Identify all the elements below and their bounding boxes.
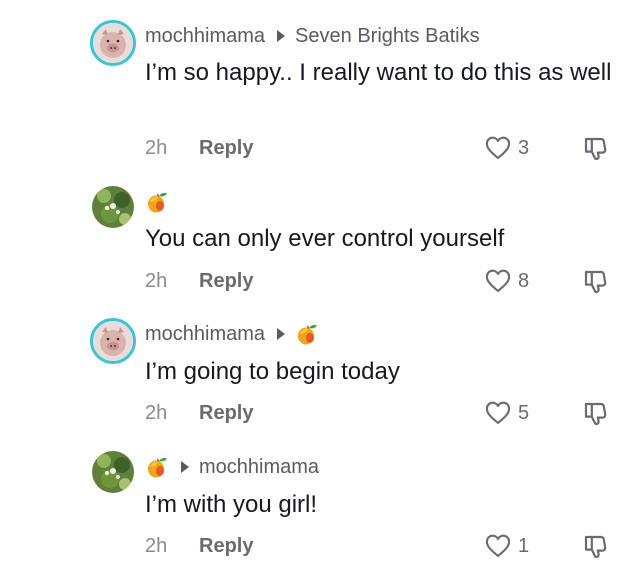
- heart-icon: [484, 134, 512, 162]
- reply-button[interactable]: Reply: [199, 535, 253, 558]
- reply-to-name[interactable]: mochhimama: [199, 456, 319, 479]
- comment-meta: 2h Reply: [145, 399, 253, 427]
- plant-avatar-icon: [92, 451, 134, 493]
- timestamp: 2h: [145, 534, 168, 557]
- like-button[interactable]: 3: [484, 134, 529, 162]
- reply-arrow-icon: [181, 461, 189, 473]
- comment-header: mochhimama: [145, 320, 319, 348]
- mango-icon[interactable]: [145, 455, 169, 479]
- avatar[interactable]: [90, 20, 136, 66]
- comment-text: I’m going to begin today: [145, 358, 400, 385]
- comment-meta: 2h Reply: [145, 267, 253, 295]
- like-button[interactable]: 1: [484, 532, 529, 560]
- plant-avatar-icon: [92, 186, 134, 228]
- pig-avatar-icon: [93, 23, 133, 63]
- dislike-icon[interactable]: [582, 267, 610, 295]
- comment-text: I’m with you girl!: [145, 491, 318, 518]
- like-button[interactable]: 5: [484, 399, 529, 427]
- comment-header: [145, 188, 169, 216]
- dislike-icon[interactable]: [582, 399, 610, 427]
- pig-avatar-icon: [93, 321, 133, 361]
- author-name[interactable]: mochhimama: [145, 323, 265, 346]
- avatar[interactable]: [92, 451, 134, 493]
- comment-meta: 2h Reply: [145, 134, 253, 162]
- comment-text: You can only ever control yourself: [145, 225, 505, 252]
- heart-icon: [484, 267, 512, 295]
- comment-text: I’m so happy.. I really want to do this …: [145, 59, 612, 86]
- dislike-icon[interactable]: [582, 134, 610, 162]
- reply-arrow-icon: [277, 30, 286, 42]
- like-count: 3: [518, 136, 530, 159]
- mango-icon[interactable]: [145, 190, 169, 214]
- mango-icon[interactable]: [295, 322, 319, 346]
- comment-header: mochhimama Seven Brights Batiks: [145, 22, 480, 50]
- reply-button[interactable]: Reply: [199, 270, 253, 293]
- like-count: 8: [518, 269, 530, 292]
- heart-icon: [484, 399, 512, 427]
- comment-header: mochhimama: [145, 453, 319, 481]
- reply-button[interactable]: Reply: [199, 402, 253, 425]
- avatar[interactable]: [92, 186, 134, 228]
- author-name[interactable]: mochhimama: [145, 25, 265, 48]
- avatar[interactable]: [90, 318, 136, 364]
- like-count: 1: [518, 534, 530, 557]
- like-count: 5: [518, 401, 530, 424]
- timestamp: 2h: [145, 401, 168, 424]
- reply-arrow-icon: [277, 328, 286, 340]
- timestamp: 2h: [145, 269, 168, 292]
- like-button[interactable]: 8: [484, 267, 529, 295]
- comment-meta: 2h Reply: [145, 532, 253, 560]
- timestamp: 2h: [145, 136, 168, 159]
- reply-to-name[interactable]: Seven Brights Batiks: [295, 25, 480, 48]
- reply-button[interactable]: Reply: [199, 137, 253, 160]
- heart-icon: [484, 532, 512, 560]
- dislike-icon[interactable]: [582, 532, 610, 560]
